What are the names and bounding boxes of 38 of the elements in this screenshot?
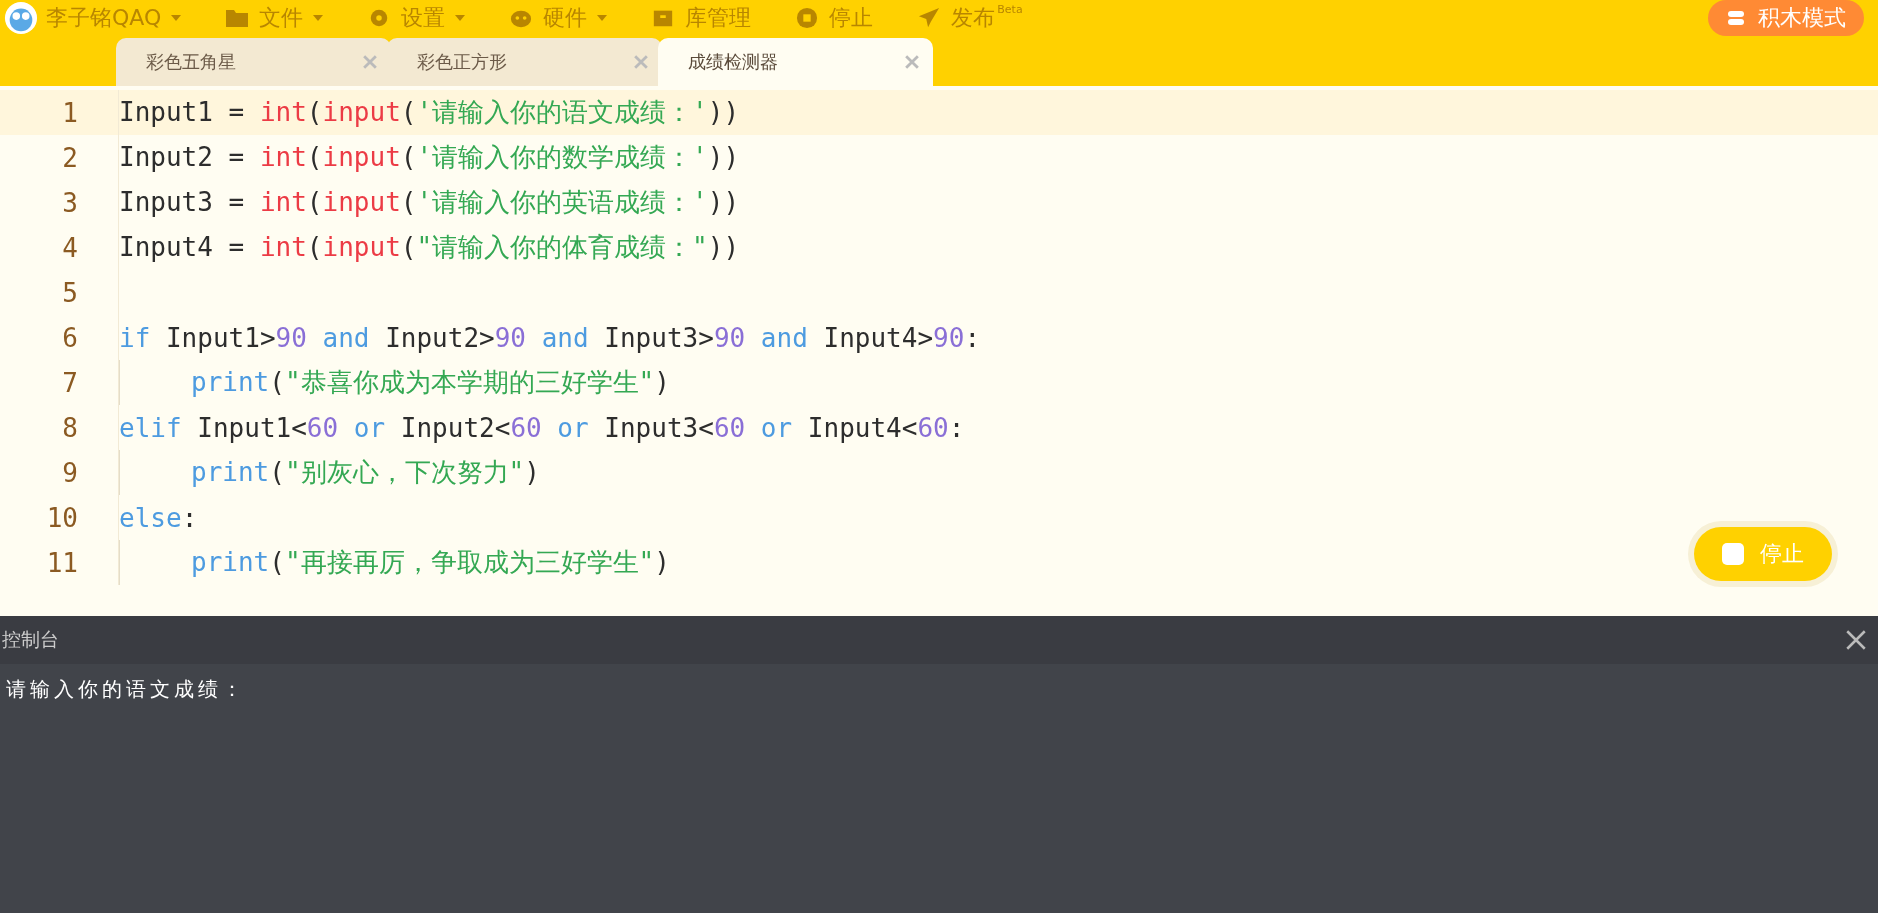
line-number: 8 — [0, 405, 119, 450]
code-line: print("别灰心，下次努力") — [191, 456, 540, 489]
user-menu[interactable]: 李子铭QAQ — [46, 3, 182, 33]
code-line: print("再接再厉，争取成为三好学生") — [191, 546, 670, 579]
close-icon[interactable] — [1846, 630, 1866, 650]
code-line: elif Input1<60 or Input2<60 or Input3<60 or Input4<60: — [119, 412, 965, 443]
line-number: 2 — [0, 135, 119, 180]
file-tab[interactable]: 彩色五角星 — [116, 38, 391, 86]
publish-menu[interactable]: 发布$^{Beta}$ — [917, 3, 1023, 33]
code-line: if Input1>90 and Input2>90 and Input3>90 and Input4>90: — [119, 322, 981, 353]
line-number: 1 — [0, 90, 119, 135]
file-tab[interactable]: 成绩检测器 — [658, 38, 933, 86]
file-tab[interactable]: 彩色正方形 — [387, 38, 662, 86]
blocks-icon — [1726, 10, 1746, 26]
caret-icon — [171, 15, 182, 21]
avatar-icon[interactable] — [4, 1, 38, 35]
code-line: Input3 = int(input('请输入你的英语成绩：')) — [119, 186, 740, 219]
code-line: Input1 = int(input('请输入你的语文成绩：')) — [119, 96, 740, 129]
code-line: Input2 = int(input('请输入你的数学成绩：')) — [119, 141, 740, 174]
line-number: 6 — [0, 315, 119, 360]
line-number: 4 — [0, 225, 119, 270]
hardware-menu[interactable]: 硬件 — [509, 3, 608, 33]
console-output: 请输入你的语文成绩： — [6, 677, 246, 701]
stop-icon — [795, 7, 820, 29]
console-title: 控制台 — [2, 627, 59, 652]
library-menu[interactable]: 库管理 — [651, 3, 752, 33]
code-line: print("恭喜你成为本学期的三好学生") — [191, 366, 670, 399]
code-line: else: — [119, 502, 198, 533]
code-line: Input4 = int(input("请输入你的体育成绩：")) — [119, 231, 740, 264]
block-mode-button[interactable]: 积木模式 — [1708, 0, 1864, 36]
line-number: 5 — [0, 270, 119, 315]
stop-menu[interactable]: 停止 — [795, 3, 874, 33]
line-number: 10 — [0, 495, 119, 540]
line-number: 3 — [0, 180, 119, 225]
settings-menu[interactable]: 设置 — [367, 3, 466, 33]
paper-plane-icon — [917, 7, 942, 29]
file-menu[interactable]: 文件 — [225, 3, 324, 33]
folder-icon — [225, 7, 250, 29]
